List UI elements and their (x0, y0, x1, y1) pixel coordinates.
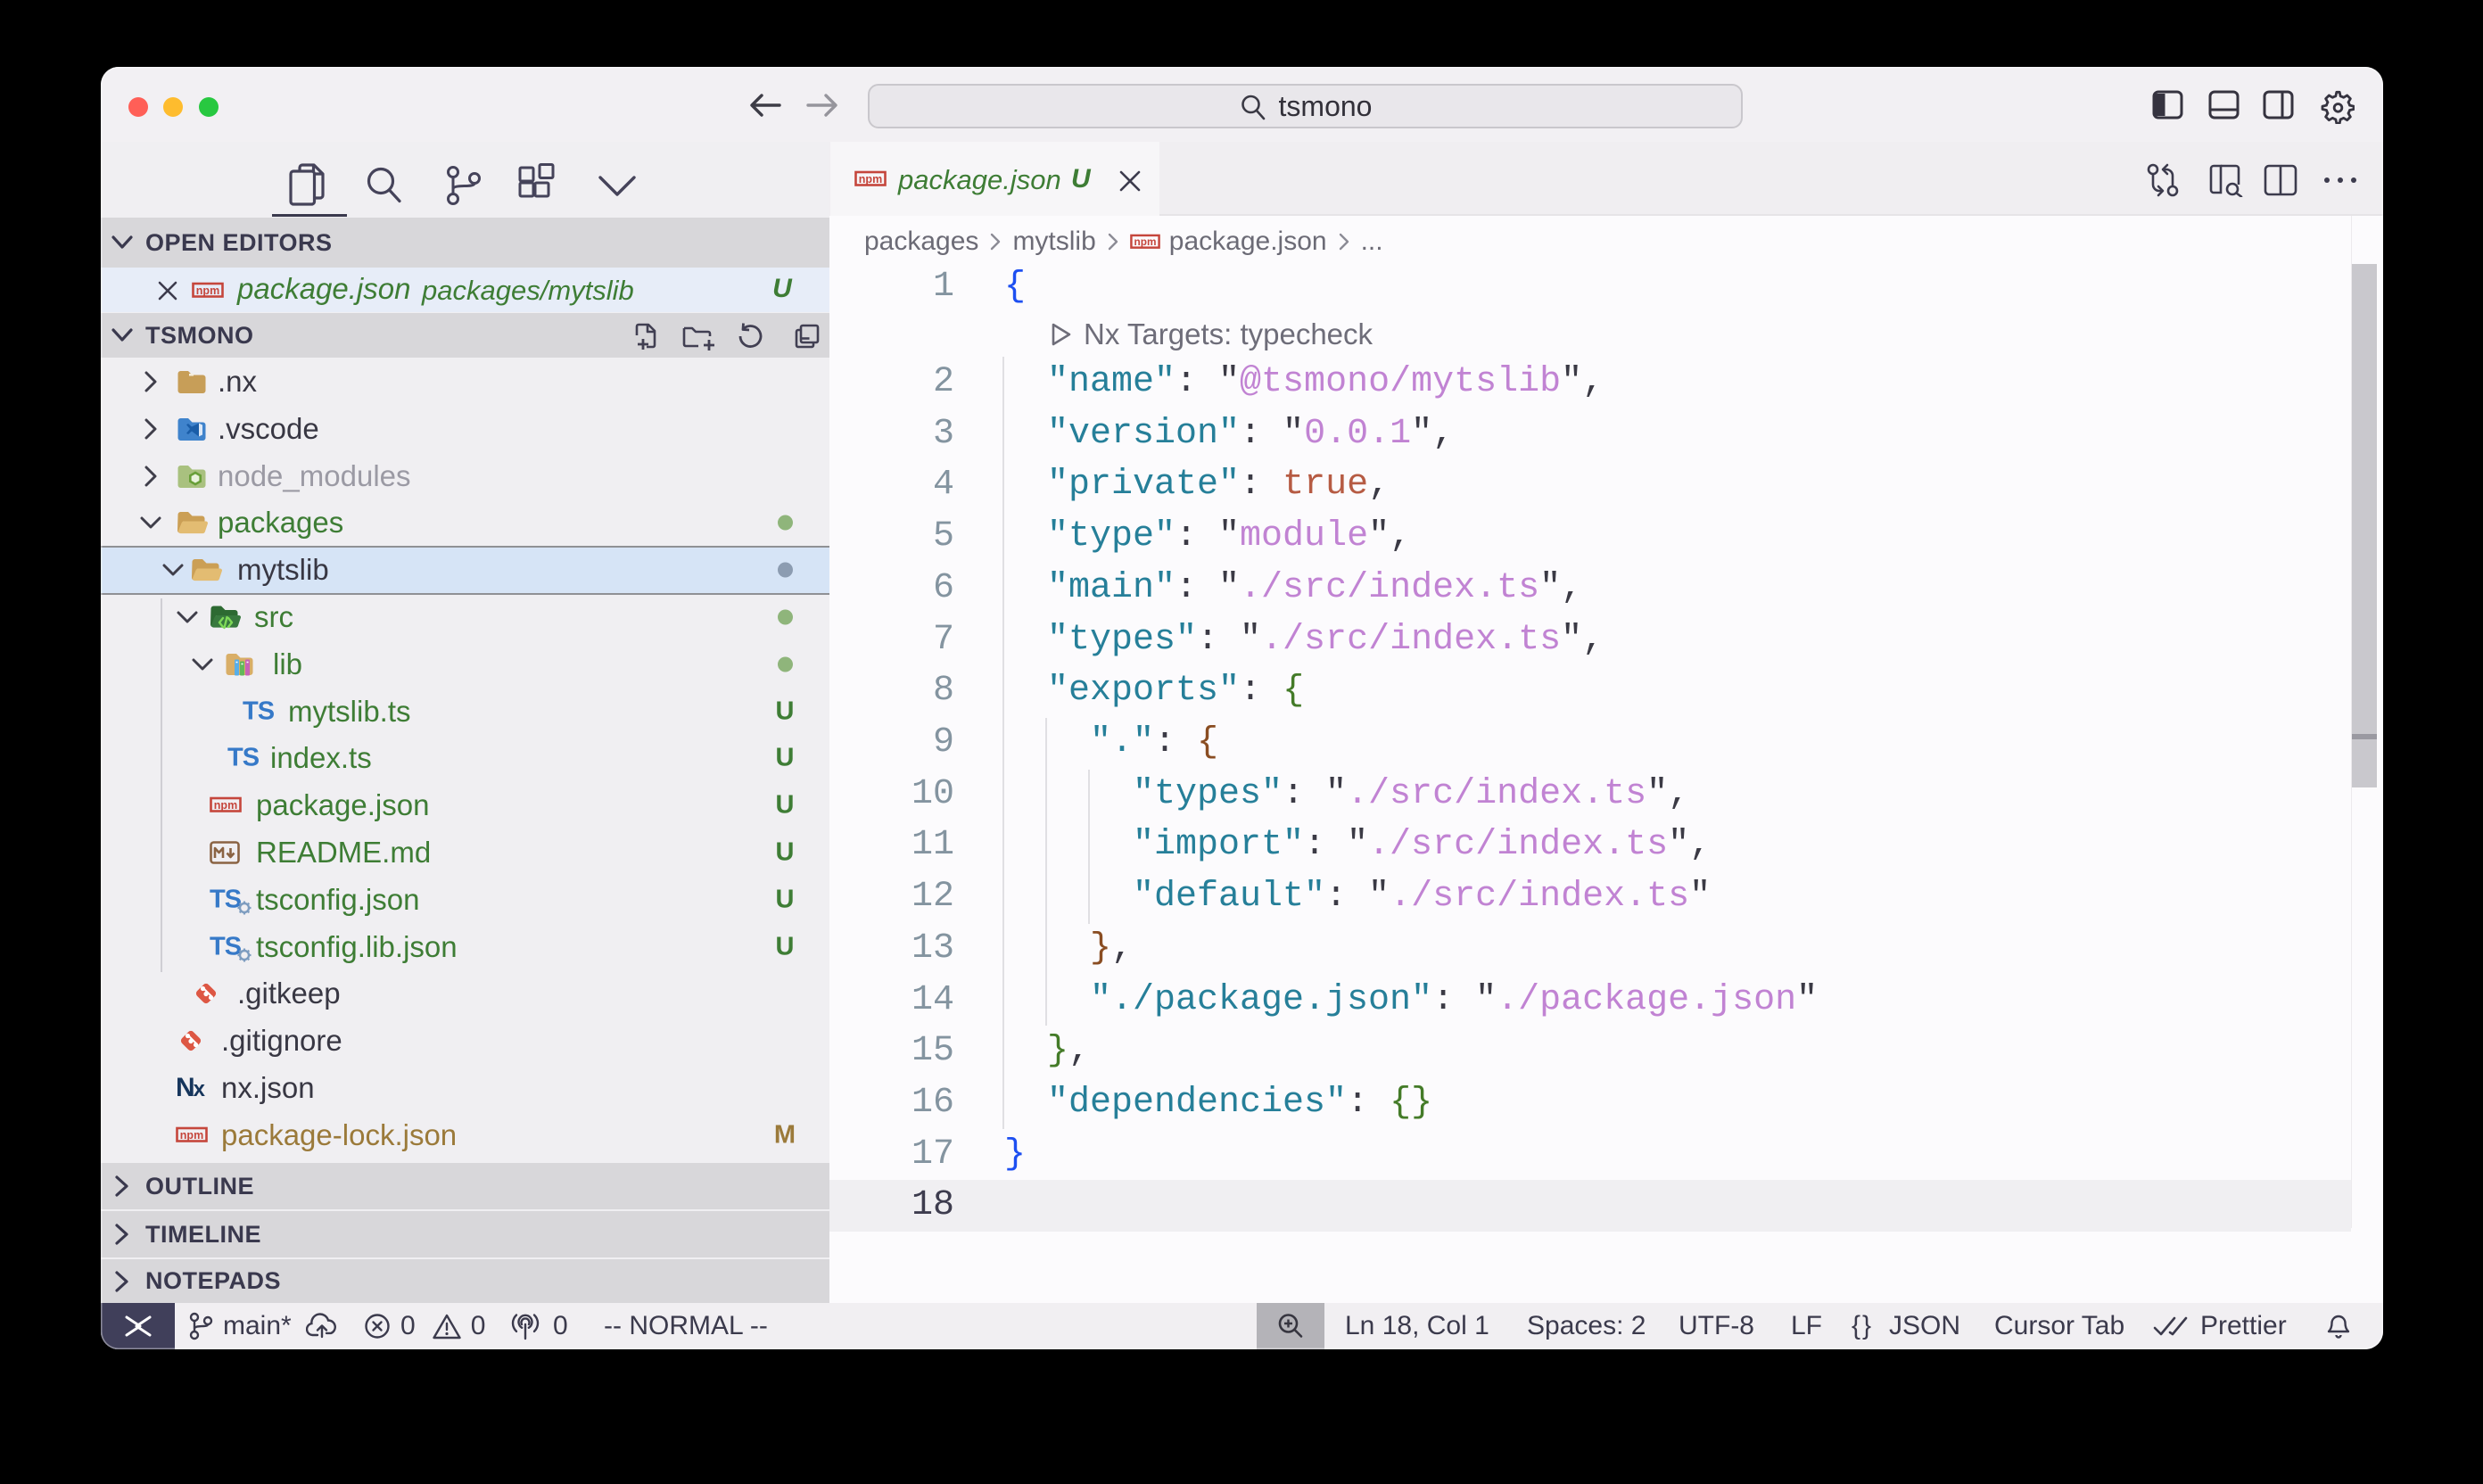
svg-text:npm: npm (1134, 235, 1156, 248)
svg-text:npm: npm (180, 1128, 203, 1141)
svg-text:npm: npm (214, 798, 237, 811)
svg-text:npm: npm (859, 173, 882, 186)
svg-text:npm: npm (196, 284, 219, 297)
